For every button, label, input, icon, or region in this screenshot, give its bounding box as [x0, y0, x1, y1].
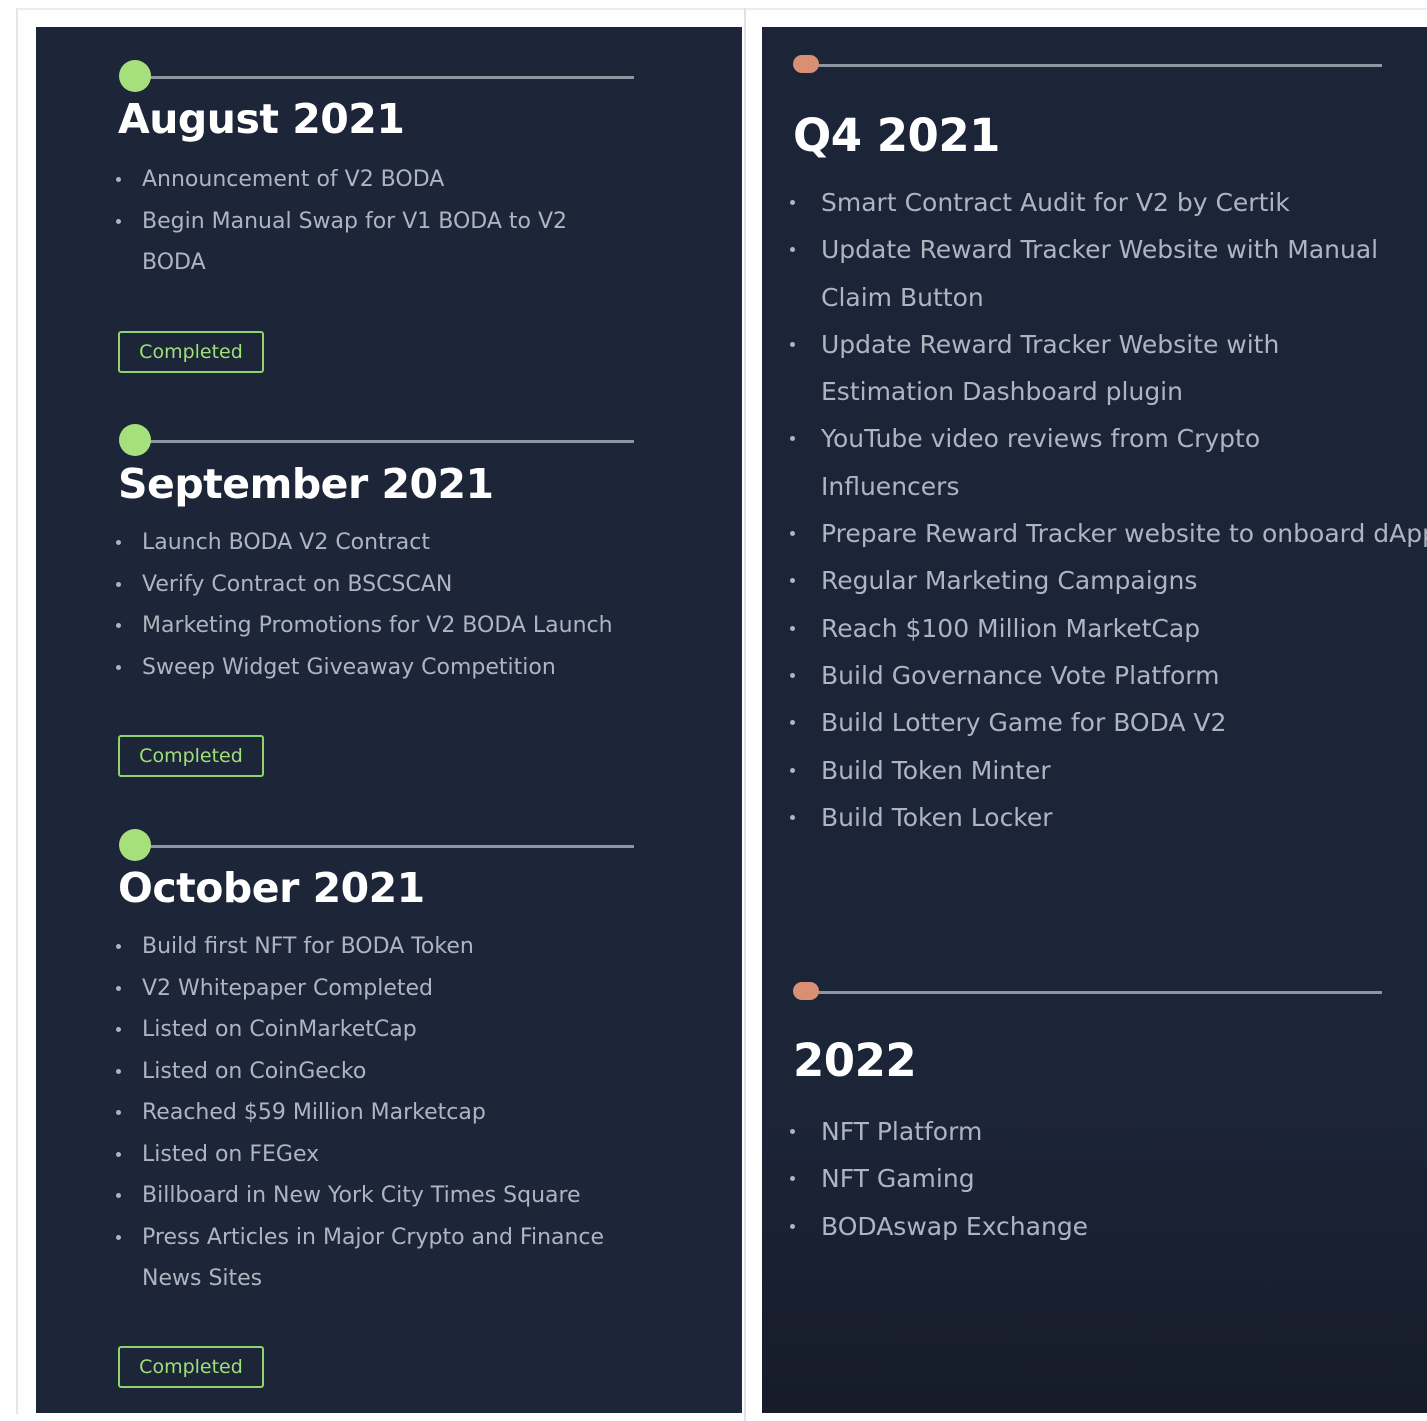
upcoming-milestone-dot-icon — [793, 982, 819, 1000]
list-item: Reached $59 Million Marketcap — [36, 1092, 662, 1134]
list-item: Prepare Reward Tracker website to onboar… — [762, 510, 1427, 557]
timeline-track — [136, 845, 634, 848]
list-item: Listed on CoinMarketCap — [36, 1009, 662, 1051]
list-item: Verify Contract on BSCSCAN — [36, 564, 613, 606]
completed-status-badge: Completed — [118, 1346, 264, 1388]
list-item: BODAswap Exchange — [762, 1203, 1088, 1250]
list-item: Press Articles in Major Crypto and Finan… — [36, 1217, 662, 1300]
list-item: Launch BODA V2 Contract — [36, 522, 613, 564]
list-item: V2 Whitepaper Completed — [36, 968, 662, 1010]
list-item: Marketing Promotions for V2 BODA Launch — [36, 605, 613, 647]
milestone-list: NFT Platform NFT Gaming BODAswap Exchang… — [762, 1108, 1088, 1250]
roadmap-right-panel: Q4 2021 Smart Contract Audit for V2 by C… — [762, 27, 1427, 1413]
frame-top-border — [16, 8, 1427, 10]
timeline-track — [810, 991, 1382, 994]
roadmap-left-panel: August 2021 Announcement of V2 BODA Begi… — [36, 27, 742, 1413]
completed-status-badge: Completed — [118, 735, 264, 777]
column-divider — [744, 8, 746, 1421]
list-item-text: YouTube video reviews from Crypto Influe… — [821, 424, 1261, 501]
list-item: Listed on FEGex — [36, 1134, 662, 1176]
section-title: Q4 2021 — [793, 109, 1000, 162]
list-item: Build Governance Vote Platform — [762, 652, 1427, 699]
timeline-track — [810, 64, 1382, 67]
list-item: Smart Contract Audit for V2 by Certik — [762, 179, 1427, 226]
list-item-text: Update Reward Tracker Website with Manua… — [821, 235, 1379, 312]
frame-left-border — [16, 8, 18, 1414]
completed-milestone-dot-icon — [119, 60, 151, 92]
completed-milestone-dot-icon — [119, 424, 151, 456]
timeline-track — [136, 76, 634, 79]
list-item: Billboard in New York City Times Square — [36, 1175, 662, 1217]
list-item: Build Lottery Game for BODA V2 — [762, 699, 1427, 746]
section-title: August 2021 — [118, 95, 405, 143]
list-item: Build first NFT for BODA Token — [36, 926, 662, 968]
completed-status-badge: Completed — [118, 331, 264, 373]
list-item: Update Reward Tracker Website with Estim… — [762, 321, 1381, 416]
section-title: 2022 — [793, 1034, 917, 1087]
list-item: Begin Manual Swap for V1 BODA to V2 BODA — [36, 201, 602, 284]
completed-milestone-dot-icon — [119, 829, 151, 861]
list-item-text: Begin Manual Swap for V1 BODA to V2 BODA — [142, 208, 568, 276]
list-item-text: Prepare Reward Tracker website to onboar… — [821, 519, 1427, 549]
milestone-list: Launch BODA V2 Contract Verify Contract … — [36, 522, 613, 688]
list-item-text: Press Articles in Major Crypto and Finan… — [142, 1224, 605, 1292]
timeline-track — [136, 440, 634, 443]
list-item: Listed on CoinGecko — [36, 1051, 662, 1093]
list-item-text: Update Reward Tracker Website with Estim… — [821, 329, 1280, 407]
list-item: Regular Marketing Campaigns — [762, 557, 1427, 604]
list-item: NFT Gaming — [762, 1155, 1088, 1202]
list-item: YouTube video reviews from Crypto Influe… — [762, 415, 1361, 510]
section-title: October 2021 — [118, 864, 425, 912]
upcoming-milestone-dot-icon — [793, 55, 819, 73]
section-title: September 2021 — [118, 460, 494, 508]
list-item: Update Reward Tracker Website with Manua… — [762, 226, 1381, 321]
milestone-list: Build first NFT for BODA Token V2 Whitep… — [36, 926, 662, 1300]
list-item: NFT Platform — [762, 1108, 1088, 1155]
list-item: Announcement of V2 BODA — [36, 159, 602, 201]
list-item: Build Token Locker — [762, 794, 1427, 841]
list-item: Sweep Widget Giveaway Competition — [36, 647, 613, 689]
milestone-list: Smart Contract Audit for V2 by Certik Up… — [762, 179, 1427, 841]
milestone-list: Announcement of V2 BODA Begin Manual Swa… — [36, 159, 602, 284]
list-item: Reach $100 Million MarketCap — [762, 605, 1427, 652]
list-item: Build Token Minter — [762, 747, 1427, 794]
